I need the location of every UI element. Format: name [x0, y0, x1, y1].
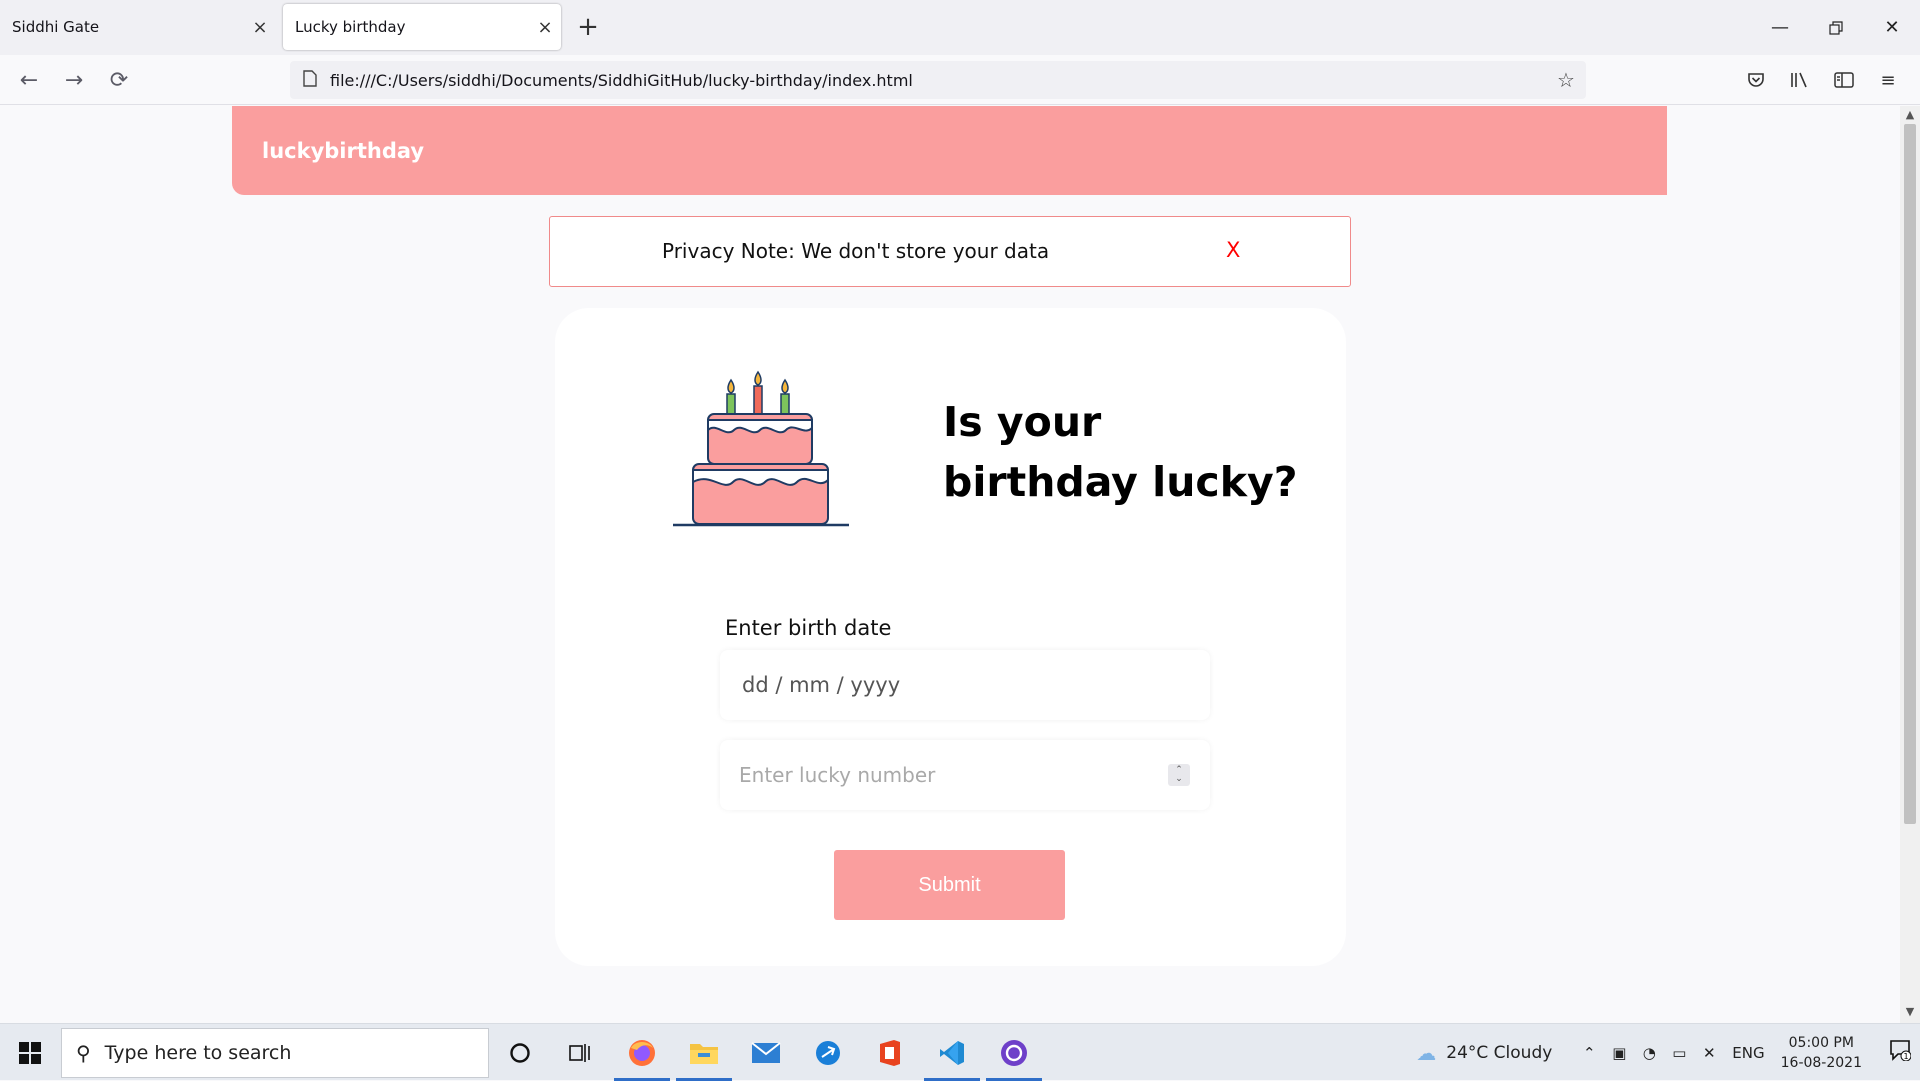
cloud-icon: ☁ [1416, 1040, 1437, 1065]
page-viewport: luckybirthday Privacy Note: We don't sto… [0, 106, 1900, 1023]
edge-browser-icon[interactable] [798, 1024, 858, 1081]
show-hidden-icons-chevron-icon[interactable]: ⌃ [1574, 1044, 1604, 1062]
birth-date-label: Enter birth date [725, 616, 892, 640]
volume-muted-icon[interactable]: ✕ [1694, 1044, 1724, 1062]
meet-now-icon[interactable]: ▣ [1604, 1044, 1634, 1062]
windows-start-icon[interactable] [0, 1024, 60, 1081]
page-icon [290, 69, 330, 91]
submit-button[interactable]: Submit [834, 850, 1065, 920]
privacy-note: Privacy Note: We don't store your data X [549, 216, 1351, 287]
url-text[interactable]: file:///C:/Users/siddhi/Documents/Siddhi… [330, 71, 1546, 90]
notification-center-icon[interactable]: 1 [1880, 1039, 1920, 1066]
clock-date: 16-08-2021 [1780, 1054, 1862, 1071]
forward-arrow-icon[interactable]: → [57, 63, 91, 97]
menu-icon[interactable]: ≡ [1866, 63, 1910, 97]
library-icon[interactable] [1778, 63, 1822, 97]
privacy-close-button[interactable]: X [1226, 238, 1240, 262]
language-indicator[interactable]: ENG [1732, 1044, 1764, 1062]
page-scrollbar[interactable]: ▲ ▼ [1900, 106, 1920, 1023]
sidebar-icon[interactable] [1822, 63, 1866, 97]
office-icon[interactable] [860, 1024, 920, 1081]
number-stepper-icon[interactable]: ⌃ ⌄ [1168, 764, 1190, 786]
window-controls: — ✕ [1752, 0, 1920, 55]
minimize-icon[interactable]: — [1752, 0, 1808, 55]
search-icon: ⚲ [76, 1041, 91, 1065]
restore-icon[interactable] [1808, 0, 1864, 55]
tab-label: Siddhi Gate [12, 18, 100, 36]
tab-label: Lucky birthday [295, 18, 406, 36]
browser-nav-bar: ← → ⟳ file:///C:/Users/siddhi/Documents/… [0, 55, 1920, 105]
url-bar[interactable]: file:///C:/Users/siddhi/Documents/Siddhi… [290, 61, 1586, 99]
scroll-up-icon[interactable]: ▲ [1900, 108, 1920, 124]
windows-taskbar: ⚲ Type here to search ☁ 24°C Cloudy ⌃ ▣ … [0, 1023, 1920, 1081]
birthday-cake-icon [671, 368, 851, 532]
browser-tab-bar: Siddhi Gate × Lucky birthday × + — ✕ [0, 0, 1920, 55]
close-tab-icon[interactable]: × [244, 17, 276, 38]
birthday-card: Is your birthday lucky? Enter birth date… [555, 308, 1346, 966]
site-logo[interactable]: luckybirthday [262, 139, 424, 163]
cortana-icon[interactable] [490, 1024, 550, 1081]
site-header: luckybirthday [232, 106, 1667, 195]
close-tab-icon[interactable]: × [529, 17, 561, 38]
system-clock[interactable]: 05:00 PM 16-08-2021 [1781, 1033, 1862, 1073]
wifi-icon[interactable]: ◔ [1634, 1044, 1664, 1062]
file-explorer-icon[interactable] [674, 1024, 734, 1081]
date-placeholder: dd / mm / yyyy [742, 673, 901, 697]
battery-icon[interactable]: ▭ [1664, 1044, 1694, 1062]
weather-widget[interactable]: ☁ 24°C Cloudy [1416, 1041, 1552, 1065]
clock-time: 05:00 PM [1788, 1034, 1854, 1051]
taskbar-search[interactable]: ⚲ Type here to search [61, 1028, 489, 1078]
close-window-icon[interactable]: ✕ [1864, 0, 1920, 55]
notification-count: 1 [1903, 1052, 1908, 1061]
pocket-icon[interactable] [1734, 63, 1778, 97]
taskbar-search-placeholder: Type here to search [104, 1042, 292, 1064]
scrollbar-thumb[interactable] [1904, 124, 1916, 824]
lucky-number-field[interactable]: ⌃⌄ [720, 740, 1210, 810]
tab-lucky-birthday[interactable]: Lucky birthday × [283, 4, 561, 50]
tab-siddhi-gate[interactable]: Siddhi Gate × [0, 4, 276, 50]
back-arrow-icon[interactable]: ← [12, 63, 46, 97]
firefox-icon[interactable] [612, 1024, 672, 1081]
mail-icon[interactable] [736, 1024, 796, 1081]
lucky-number-input[interactable] [739, 763, 1139, 787]
system-tray: ☁ 24°C Cloudy ⌃ ▣ ◔ ▭ ✕ ENG 05:00 PM 16-… [1416, 1024, 1920, 1081]
task-view-icon[interactable] [550, 1024, 610, 1081]
browser-toolbar: ≡ [1734, 63, 1910, 97]
page-heading: Is your birthday lucky? [943, 398, 1298, 506]
scroll-down-icon[interactable]: ▼ [1900, 1005, 1920, 1021]
birth-date-input[interactable]: dd / mm / yyyy [720, 650, 1210, 720]
vscode-icon[interactable] [922, 1024, 982, 1081]
new-tab-button[interactable]: + [570, 10, 606, 46]
weather-text: 24°C Cloudy [1446, 1042, 1553, 1063]
reload-icon[interactable]: ⟳ [102, 63, 136, 97]
bookmark-star-icon[interactable]: ☆ [1546, 68, 1586, 92]
github-desktop-icon[interactable] [984, 1024, 1044, 1081]
privacy-note-text: Privacy Note: We don't store your data [662, 239, 1050, 263]
